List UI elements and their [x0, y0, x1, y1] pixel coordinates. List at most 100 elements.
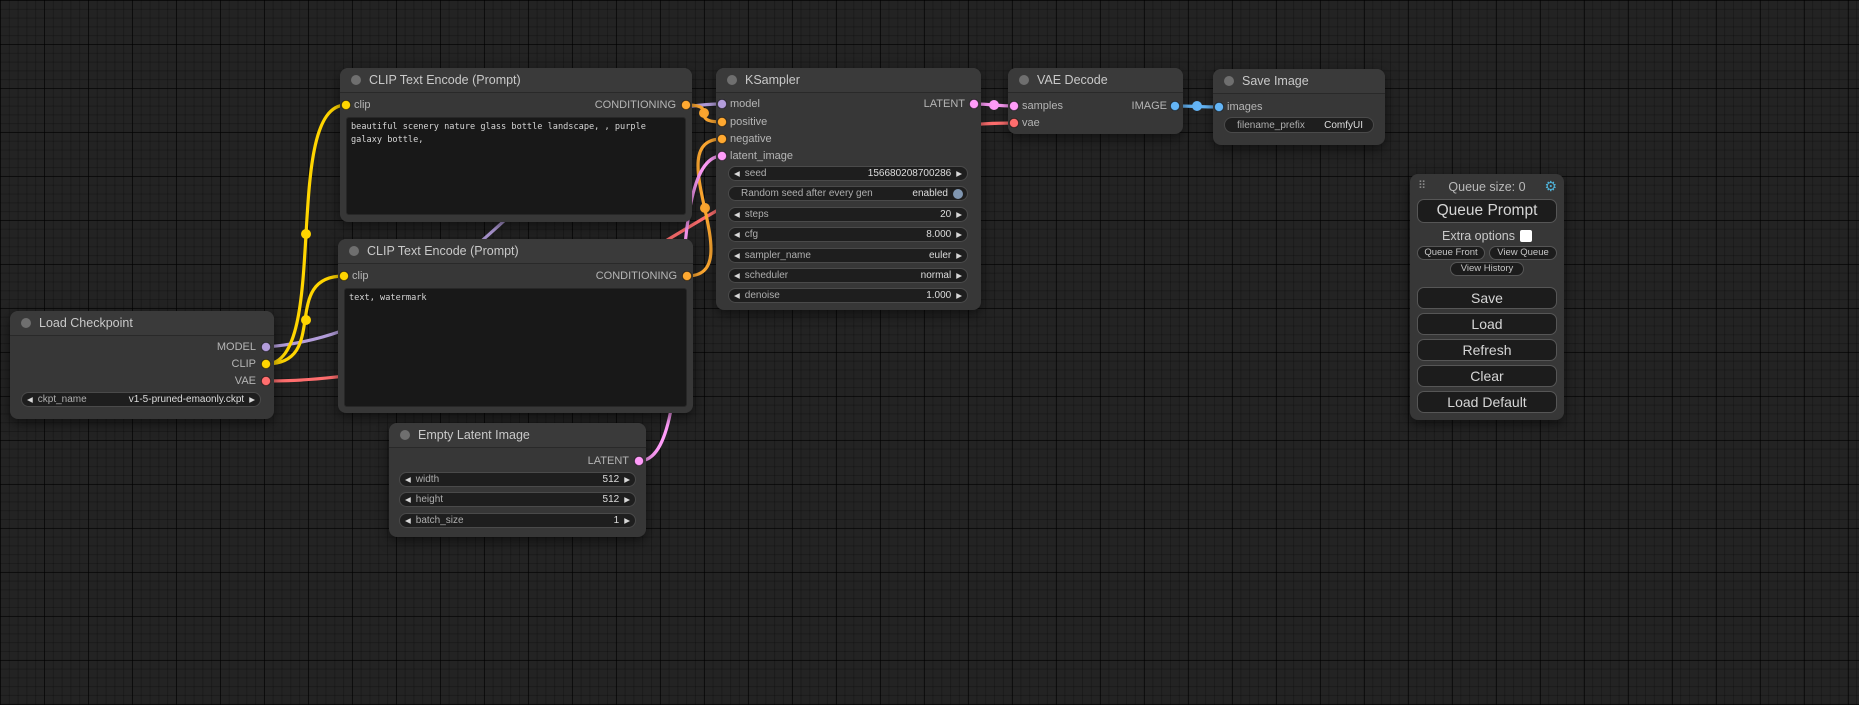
refresh-button[interactable]: Refresh — [1417, 339, 1557, 361]
widget-label: filename_prefix — [1225, 119, 1305, 132]
widget-value: normal — [921, 269, 952, 282]
increment-arrow-icon[interactable]: ▶ — [619, 473, 635, 486]
decrement-arrow-icon[interactable]: ◀ — [729, 208, 745, 221]
collapse-dot-icon[interactable] — [21, 318, 31, 328]
increment-arrow-icon[interactable]: ▶ — [951, 289, 967, 302]
load-default-button[interactable]: Load Default — [1417, 391, 1557, 413]
output-label-conditioning: CONDITIONING — [595, 99, 676, 111]
increment-arrow-icon[interactable]: ▶ — [951, 167, 967, 180]
queue-front-button[interactable]: Queue Front — [1417, 246, 1485, 260]
link-midpoint-dot — [699, 108, 709, 118]
node-title: CLIP Text Encode (Prompt) — [369, 73, 521, 87]
prev-value-arrow-icon[interactable]: ◀ — [729, 269, 745, 282]
node-titlebar[interactable]: CLIP Text Encode (Prompt) — [338, 239, 693, 264]
decrement-arrow-icon[interactable]: ◀ — [729, 167, 745, 180]
input-label-clip: clip — [352, 270, 369, 282]
widget-label: steps — [745, 208, 769, 221]
node-title: Empty Latent Image — [418, 428, 530, 442]
toggle-dot-icon[interactable] — [953, 189, 963, 199]
collapse-dot-icon[interactable] — [349, 246, 359, 256]
sampler-name-combo[interactable]: ◀ sampler_name euler ▶ — [728, 248, 968, 263]
queue-prompt-button[interactable]: Queue Prompt — [1417, 199, 1557, 223]
extra-options-checkbox[interactable] — [1520, 230, 1532, 242]
node-ksampler: KSampler model positive negative latent_… — [716, 68, 981, 310]
steps-widget[interactable]: ◀ steps 20 ▶ — [728, 207, 968, 222]
ckpt-name-combo[interactable]: ◀ ckpt_name v1-5-pruned-emaonly.ckpt ▶ — [21, 392, 261, 407]
denoise-widget[interactable]: ◀ denoise 1.000 ▶ — [728, 288, 968, 303]
settings-gear-icon[interactable]: ⚙ — [1544, 178, 1557, 195]
queue-size-label: Queue size: 0 — [1410, 180, 1564, 194]
width-widget[interactable]: ◀ width 512 ▶ — [399, 472, 636, 487]
wire-clip-positive — [266, 105, 346, 364]
node-vae-decode: VAE Decode samples vae IMAGE — [1008, 68, 1183, 134]
collapse-dot-icon[interactable] — [1224, 76, 1234, 86]
node-titlebar[interactable]: VAE Decode — [1008, 68, 1183, 93]
widget-label: ckpt_name — [38, 393, 87, 406]
view-history-button[interactable]: View History — [1450, 262, 1524, 276]
height-widget[interactable]: ◀ height 512 ▶ — [399, 492, 636, 507]
node-title: VAE Decode — [1037, 73, 1108, 87]
increment-arrow-icon[interactable]: ▶ — [619, 514, 635, 527]
decrement-arrow-icon[interactable]: ◀ — [729, 228, 745, 241]
node-titlebar[interactable]: Load Checkpoint — [10, 311, 274, 336]
input-label-vae: vae — [1022, 117, 1040, 129]
node-titlebar[interactable]: KSampler — [716, 68, 981, 93]
save-button[interactable]: Save — [1417, 287, 1557, 309]
widget-label: scheduler — [745, 269, 788, 282]
next-value-arrow-icon[interactable]: ▶ — [951, 249, 967, 262]
random-seed-toggle[interactable]: Random seed after every gen enabled — [728, 186, 968, 201]
clear-button[interactable]: Clear — [1417, 365, 1557, 387]
input-label-model: model — [730, 98, 760, 110]
widget-value: 156680208700286 — [868, 167, 951, 180]
wire-clip-negative — [266, 276, 344, 364]
prev-value-arrow-icon[interactable]: ◀ — [22, 393, 38, 406]
widget-label: seed — [745, 167, 767, 180]
node-title: KSampler — [745, 73, 800, 87]
next-value-arrow-icon[interactable]: ▶ — [244, 393, 260, 406]
node-titlebar[interactable]: Empty Latent Image — [389, 423, 646, 448]
link-midpoint-dot — [301, 315, 311, 325]
increment-arrow-icon[interactable]: ▶ — [951, 228, 967, 241]
collapse-dot-icon[interactable] — [351, 75, 361, 85]
prompt-text-input[interactable]: text, watermark — [344, 288, 687, 407]
filename-prefix-widget[interactable]: filename_prefix ComfyUI — [1224, 117, 1374, 133]
decrement-arrow-icon[interactable]: ◀ — [400, 514, 416, 527]
widget-label: cfg — [745, 228, 758, 241]
node-save-image: Save Image images filename_prefix ComfyU… — [1213, 69, 1385, 145]
input-label-positive: positive — [730, 116, 767, 128]
collapse-dot-icon[interactable] — [727, 75, 737, 85]
widget-label: batch_size — [416, 514, 464, 527]
collapse-dot-icon[interactable] — [1019, 75, 1029, 85]
batch-size-widget[interactable]: ◀ batch_size 1 ▶ — [399, 513, 636, 528]
decrement-arrow-icon[interactable]: ◀ — [729, 289, 745, 302]
prompt-text-input[interactable]: beautiful scenery nature glass bottle la… — [346, 117, 686, 215]
increment-arrow-icon[interactable]: ▶ — [951, 208, 967, 221]
node-titlebar[interactable]: Save Image — [1213, 69, 1385, 94]
node-title: CLIP Text Encode (Prompt) — [367, 244, 519, 258]
output-label-vae: VAE — [235, 375, 256, 387]
decrement-arrow-icon[interactable]: ◀ — [400, 493, 416, 506]
output-label-image: IMAGE — [1132, 100, 1167, 112]
widget-label: sampler_name — [745, 249, 811, 262]
node-titlebar[interactable]: CLIP Text Encode (Prompt) — [340, 68, 692, 93]
input-label-latent-image: latent_image — [730, 150, 793, 162]
widget-label: denoise — [745, 289, 780, 302]
output-label-clip: CLIP — [232, 358, 256, 370]
widget-value: 20 — [940, 208, 951, 221]
load-button[interactable]: Load — [1417, 313, 1557, 335]
link-midpoint-dot — [700, 203, 710, 213]
decrement-arrow-icon[interactable]: ◀ — [400, 473, 416, 486]
graph-canvas[interactable]: { "colors":{"model":"#B39DDB","clip":"#F… — [0, 0, 1859, 705]
node-empty-latent-image: Empty Latent Image LATENT ◀ width 512 ▶ … — [389, 423, 646, 537]
link-midpoint-dot — [989, 100, 999, 110]
view-queue-button[interactable]: View Queue — [1489, 246, 1557, 260]
input-label-samples: samples — [1022, 100, 1063, 112]
collapse-dot-icon[interactable] — [400, 430, 410, 440]
cfg-widget[interactable]: ◀ cfg 8.000 ▶ — [728, 227, 968, 242]
prev-value-arrow-icon[interactable]: ◀ — [729, 249, 745, 262]
seed-widget[interactable]: ◀ seed 156680208700286 ▶ — [728, 166, 968, 181]
next-value-arrow-icon[interactable]: ▶ — [951, 269, 967, 282]
scheduler-combo[interactable]: ◀ scheduler normal ▶ — [728, 268, 968, 283]
increment-arrow-icon[interactable]: ▶ — [619, 493, 635, 506]
node-clip-text-encode-positive: CLIP Text Encode (Prompt) clip CONDITION… — [340, 68, 692, 222]
